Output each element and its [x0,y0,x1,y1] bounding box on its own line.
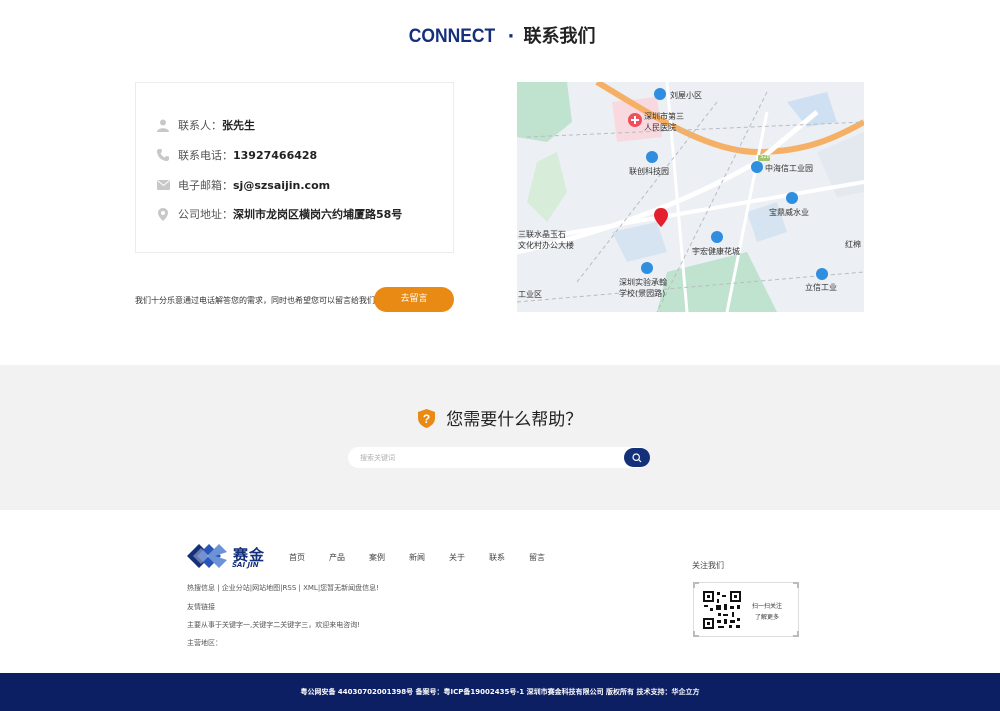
copyright-bar: 粤公网安备 44030702001398号 备案号：粤ICP备19002435号… [0,673,1000,711]
map-label-school-2: 学校(景园路) [619,289,666,298]
contact-email-row: 电子邮箱： sj@szsaijin.com [156,177,330,193]
logo[interactable]: 赛金 SAI JIN [187,541,271,575]
map-label-baodingwei: 宝鼎威水业 [769,208,809,217]
map-label-liuwu: 刘屋小区 [670,91,702,100]
search-input[interactable] [348,447,618,468]
phone-value: 13927466428 [233,148,318,162]
person-label: 联系人： [178,119,222,132]
phone-icon [156,148,170,162]
title-chinese: 联系我们 [523,26,596,47]
nav-news[interactable]: 新闻 [409,552,425,563]
map-label-sanlian-1: 三联水晶玉石 [518,230,566,239]
search-button[interactable] [624,448,650,467]
help-title: ? 您需要什么帮助？ [0,405,1000,433]
map-label-lixin: 立信工业 [805,283,837,292]
logo-english: SAI JIN [232,561,259,569]
qr-corner-br [793,631,799,637]
help-section: ? 您需要什么帮助？ [0,365,1000,510]
nav-contact[interactable]: 联系 [489,552,505,563]
location-pin-icon [156,207,170,221]
title-english: CONNECT [408,26,495,47]
map-label-school-1: 深圳实验承翰 [619,278,667,287]
nav-message[interactable]: 留言 [529,552,545,563]
contact-card: 联系人： 张先生 联系电话： 13927466428 电子邮箱： sj@szsa… [135,82,454,253]
nav-home[interactable]: 首页 [289,552,305,563]
help-title-text: 您需要什么帮助？ [446,410,583,430]
map-label-hospital-1: 深圳市第三 [644,112,684,121]
search-box [348,447,650,468]
nav-cases[interactable]: 案例 [369,552,385,563]
footer: 赛金 SAI JIN 首页 产品 案例 新闻 关于 联系 留言 热搜信息 | 企… [0,510,1000,673]
shield-question-icon: ? [417,409,435,433]
section-title: CONNECT · 联系我们 [0,22,1000,48]
address-label: 公司地址： [178,208,233,221]
friend-links: 友情链接 [187,603,215,611]
map-label-hongmian: 红棉 [845,240,861,249]
qr-card: 扫一扫关注 了解更多 [693,582,799,637]
leave-message-button[interactable]: 去留言 [374,287,454,312]
svg-text:?: ? [423,412,430,426]
mail-icon [156,178,170,192]
footer-nav: 首页 产品 案例 新闻 关于 联系 留言 [289,552,569,563]
address-value: 深圳市龙岗区横岗六约埔厦路58号 [233,208,403,221]
qr-corner-tl [693,582,699,588]
email-label: 电子邮箱： [178,179,233,192]
user-icon [156,118,170,132]
qr-caption-line1: 扫一扫关注 [752,603,783,610]
follow-us-title: 关注我们 [692,561,724,570]
map-road-shield: S28 [760,154,770,160]
location-map[interactable]: 刘屋小区 深圳市第三 人民医院 联创科技园 中海信工业园 宝鼎威水业 三联水晶玉… [517,82,864,312]
person-value: 张先生 [222,119,255,132]
hot-info-links[interactable]: 热搜信息 | 企业分站|网站地图|RSS | XML|您暂无新闻盘信息! [187,583,379,593]
map-label-yuhong: 宇宏健康花城 [692,247,740,256]
nav-about[interactable]: 关于 [449,552,465,563]
email-value[interactable]: sj@szsaijin.com [233,179,330,192]
contact-phone-row: 联系电话： 13927466428 [156,147,317,163]
qr-corner-tr [793,582,799,588]
map-label-hospital-2: 人民医院 [644,123,676,132]
business-keywords: 主要从事于关键字一,关键字二关键字三，欢迎来电咨询! [187,621,361,629]
contact-address-row: 公司地址： 深圳市龙岗区横岗六约埔厦路58号 [156,206,402,222]
map-label-sanlian-2: 文化村办公大楼 [518,241,574,250]
qr-code-image [702,590,742,634]
qr-caption-line2: 了解更多 [755,614,780,621]
search-icon [632,448,642,467]
nav-products[interactable]: 产品 [329,552,345,563]
map-label-zhonghaixin: 中海信工业园 [765,164,813,173]
map-label-lianchuang: 联创科技园 [629,167,669,176]
map-label-industrial: 工业区 [518,290,542,299]
business-region: 主营地区： [187,639,222,647]
qr-caption: 扫一扫关注 了解更多 [752,601,782,623]
qr-corner-bl [693,631,699,637]
contact-person-row: 联系人： 张先生 [156,117,255,133]
phone-label: 联系电话： [178,149,233,162]
message-prompt: 我们十分乐意通过电话解答您的需求，同时也希望您可以留言给我们！ [135,296,383,305]
title-dot: · [507,26,515,47]
